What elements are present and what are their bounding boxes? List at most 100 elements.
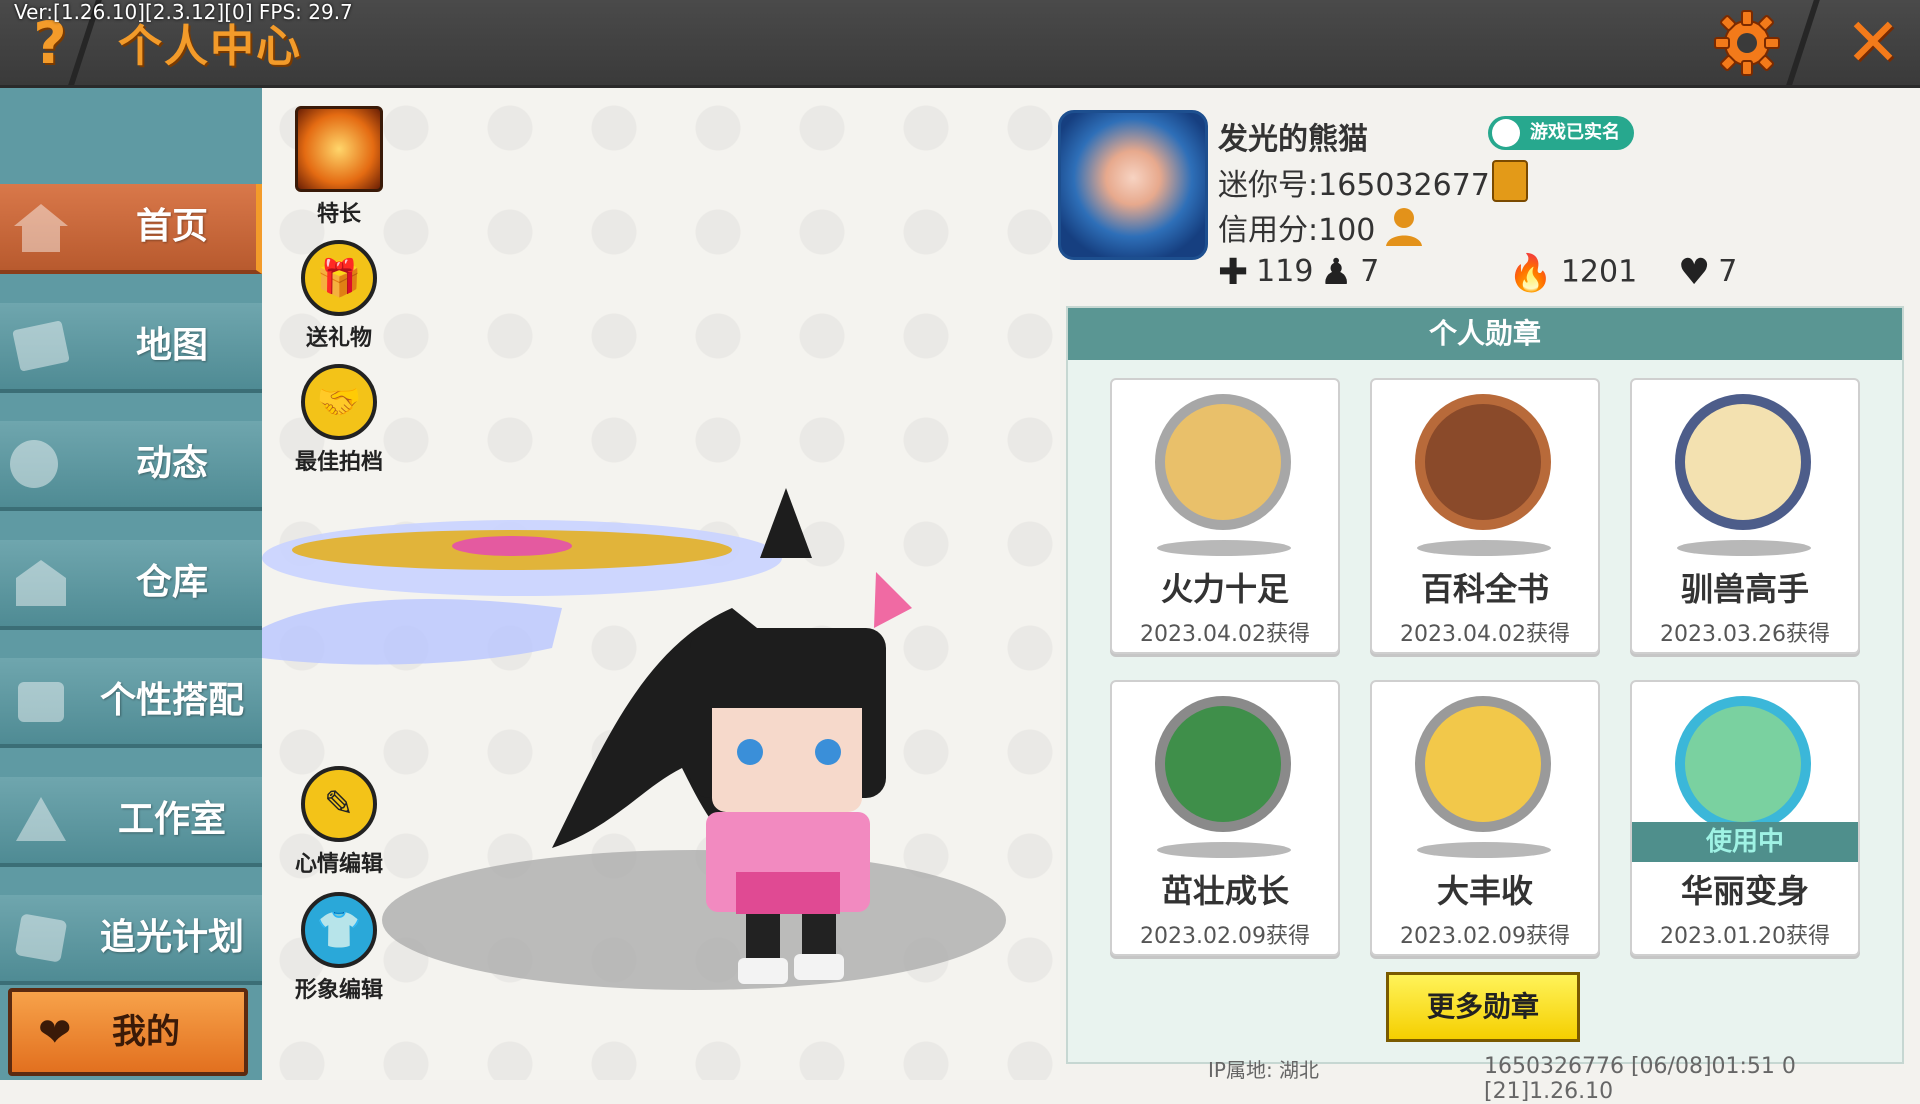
credit-person-icon[interactable] xyxy=(1384,204,1428,248)
sidebar-item-warehouse[interactable]: 仓库 xyxy=(0,540,262,630)
badge-card[interactable]: 百科全书 2023.04.02获得 xyxy=(1370,378,1600,654)
badge-name: 华丽变身 xyxy=(1680,872,1809,910)
badge-date: 2023.04.02获得 xyxy=(1400,622,1570,647)
ip-location: IP属地: 湖北 xyxy=(1208,1058,1320,1082)
sidebar-item-map[interactable]: 地图 xyxy=(0,303,262,393)
studio-icon xyxy=(16,797,66,841)
sidebar-item-outfit[interactable]: 个性搭配 xyxy=(0,658,262,748)
badge-medal-icon xyxy=(1675,696,1811,832)
divider xyxy=(1786,0,1820,85)
home-icon xyxy=(14,204,68,252)
fans-count: 7 xyxy=(1360,254,1380,289)
send-gift-button[interactable]: 🎁 送礼物 xyxy=(294,240,384,352)
heart-icon: ♥ xyxy=(1678,252,1711,293)
sidebar-item-home[interactable]: 首页 xyxy=(0,184,262,274)
flame-icon: 🔥 xyxy=(1508,253,1553,294)
warehouse-icon xyxy=(16,560,66,606)
friends-stat[interactable]: ✚ 119 xyxy=(1218,252,1313,293)
badge-name: 大丰收 xyxy=(1436,872,1533,910)
medal-shadow xyxy=(1157,540,1291,556)
badge-card[interactable]: 火力十足 2023.04.02获得 xyxy=(1110,378,1340,654)
badge-date: 2023.01.20获得 xyxy=(1660,924,1830,949)
badge-medal-icon xyxy=(1415,394,1551,530)
sidebar-item-label: 工作室 xyxy=(117,799,226,840)
fans-icon: ♟ xyxy=(1320,252,1353,293)
copy-icon[interactable] xyxy=(1492,160,1528,202)
medal-shadow xyxy=(1417,842,1551,858)
badge-date: 2023.03.26获得 xyxy=(1660,622,1830,647)
badge-name: 驯兽高手 xyxy=(1680,570,1809,608)
badges-title: 个人勋章 xyxy=(1068,308,1902,360)
my-button-label: 我的 xyxy=(112,1012,180,1052)
best-partner-label: 最佳拍档 xyxy=(294,450,383,475)
heart-icon: ❤ xyxy=(38,1010,72,1056)
likes-stat[interactable]: ♥ 7 xyxy=(1678,252,1737,293)
in-use-tag: 使用中 xyxy=(1632,822,1858,862)
specialty-label: 特长 xyxy=(316,202,361,227)
outfit-icon xyxy=(18,682,64,722)
badge-card[interactable]: 使用中 华丽变身 2023.01.20获得 xyxy=(1630,680,1860,956)
sidebar: 首页 地图 动态 仓库 个性搭配 工作室 追光计划 xyxy=(0,88,262,1080)
hot-count: 1201 xyxy=(1560,254,1638,290)
version-text: Ver:[1.26.10][2.3.12][0] FPS: 29.7 xyxy=(14,0,353,24)
sidebar-item-feed[interactable]: 动态 xyxy=(0,421,262,511)
player-name: 发光的熊猫 xyxy=(1218,122,1368,157)
add-friend-icon: ✚ xyxy=(1218,252,1249,293)
outfit-icon: 👕 xyxy=(301,892,377,968)
hot-stat[interactable]: 🔥 1201 xyxy=(1508,252,1637,294)
likes-count: 7 xyxy=(1718,254,1738,289)
character-stage: 特长 🎁 送礼物 🤝 最佳拍档 ✎ 心情编辑 👕 形象编辑 xyxy=(262,88,1060,1080)
badge-card[interactable]: 茁壮成长 2023.02.09获得 xyxy=(1110,680,1340,956)
more-badges-button[interactable]: 更多勋章 xyxy=(1386,972,1580,1042)
friends-count: 119 xyxy=(1256,254,1314,289)
badge-card[interactable]: 大丰收 2023.02.09获得 xyxy=(1370,680,1600,956)
medal-shadow xyxy=(1157,842,1291,858)
badge-medal-icon xyxy=(1155,394,1291,530)
verified-badge: 游戏已实名 xyxy=(1488,116,1634,150)
badge-card[interactable]: 驯兽高手 2023.03.26获得 xyxy=(1630,378,1860,654)
credit-score: 信用分:100 xyxy=(1218,213,1376,248)
settings-gear-icon[interactable] xyxy=(1712,8,1782,78)
badge-name: 火力十足 xyxy=(1160,570,1289,608)
sidebar-item-label: 追光计划 xyxy=(99,917,244,958)
specialty-icon xyxy=(295,106,383,192)
sidebar-item-label: 地图 xyxy=(135,325,208,366)
map-icon xyxy=(12,321,70,371)
best-partner-button[interactable]: 🤝 最佳拍档 xyxy=(294,364,384,476)
specialty-button[interactable]: 特长 xyxy=(294,106,384,228)
mini-id: 迷你号:1650326776 xyxy=(1218,168,1509,203)
gift-icon: 🎁 xyxy=(301,240,377,316)
medal-shadow xyxy=(1417,540,1551,556)
appearance-edit-label: 形象编辑 xyxy=(294,978,383,1003)
appearance-edit-button[interactable]: 👕 形象编辑 xyxy=(294,892,384,1004)
top-bar: ? 个人中心 ✕ Ver:[1.26.10][2.3.12][0] FPS: 2… xyxy=(0,0,1920,88)
sidebar-item-label: 动态 xyxy=(135,443,208,484)
badge-date: 2023.02.09获得 xyxy=(1400,924,1570,949)
badges-panel: 个人勋章 火力十足 2023.04.02获得 百科全书 2023.04.02获得… xyxy=(1066,306,1904,1064)
badge-date: 2023.02.09获得 xyxy=(1140,924,1310,949)
mood-edit-button[interactable]: ✎ 心情编辑 xyxy=(294,766,384,878)
badge-medal-icon xyxy=(1415,696,1551,832)
profile-avatar[interactable] xyxy=(1058,110,1208,260)
feed-icon xyxy=(10,440,58,488)
my-button[interactable]: ❤ 我的 xyxy=(8,988,248,1076)
badge-medal-icon xyxy=(1675,394,1811,530)
edit-icon: ✎ xyxy=(301,766,377,842)
footer-id-line: 1650326776 [06/08]01:51 0 [21]1.26.10 xyxy=(1484,1054,1796,1104)
send-gift-label: 送礼物 xyxy=(305,326,372,351)
person-check-icon xyxy=(1492,119,1520,147)
sidebar-item-plan[interactable]: 追光计划 xyxy=(0,895,262,985)
sidebar-item-label: 首页 xyxy=(135,206,208,247)
badge-date: 2023.04.02获得 xyxy=(1140,622,1310,647)
plan-icon xyxy=(15,914,67,962)
handshake-icon: 🤝 xyxy=(301,364,377,440)
sidebar-item-label: 仓库 xyxy=(135,562,208,603)
sidebar-item-label: 个性搭配 xyxy=(99,680,244,721)
verified-label: 游戏已实名 xyxy=(1530,122,1620,143)
badge-name: 茁壮成长 xyxy=(1160,872,1289,910)
fans-stat[interactable]: ♟ 7 xyxy=(1320,252,1379,293)
medal-shadow xyxy=(1677,540,1811,556)
close-button[interactable]: ✕ xyxy=(1838,4,1908,82)
badge-name: 百科全书 xyxy=(1420,570,1549,608)
sidebar-item-studio[interactable]: 工作室 xyxy=(0,777,262,867)
